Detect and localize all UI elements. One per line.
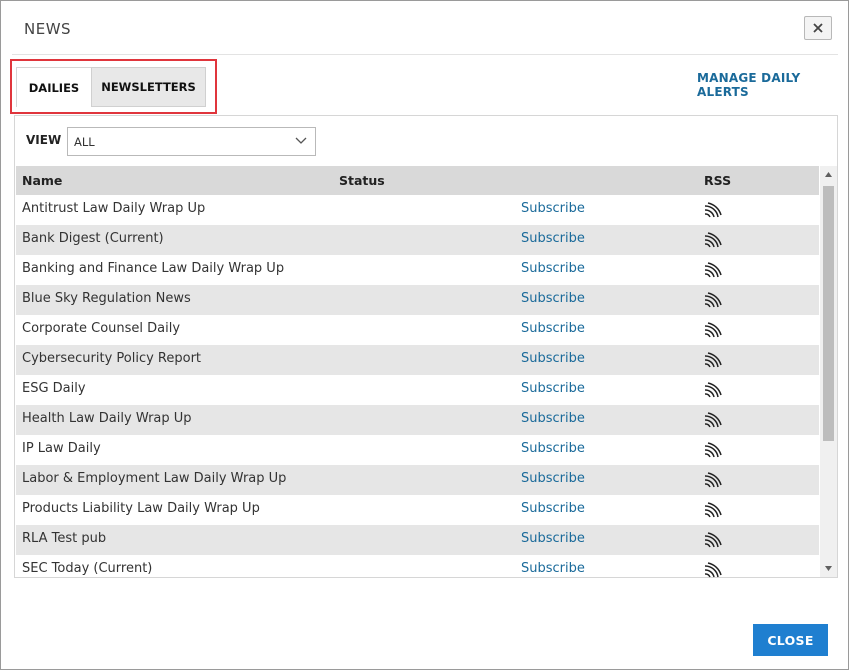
news-dialog: NEWS DAILIES NEWSLETTERS MANAGE DAILY AL…: [0, 0, 849, 670]
close-button[interactable]: CLOSE: [753, 624, 828, 656]
view-label: VIEW: [26, 133, 62, 147]
table-body: Antitrust Law Daily Wrap Up Subscribe Bank…: [16, 195, 819, 578]
header-divider: [12, 54, 838, 55]
table-row: Blue Sky Regulation News Subscribe: [16, 285, 819, 315]
tabs-highlight: DAILIES NEWSLETTERS: [10, 59, 217, 114]
header-status: Status: [339, 173, 385, 188]
subscribe-link[interactable]: Subscribe: [521, 411, 585, 426]
dialog-title: NEWS: [24, 20, 72, 38]
rss-icon[interactable]: [704, 322, 722, 342]
rss-icon[interactable]: [704, 232, 722, 252]
table-row: ESG Daily Subscribe: [16, 375, 819, 405]
row-name: Cybersecurity Policy Report: [22, 351, 202, 366]
row-name: Blue Sky Regulation News: [22, 291, 191, 306]
table-row: Cybersecurity Policy Report Subscribe: [16, 345, 819, 375]
close-x-button[interactable]: [804, 16, 832, 40]
rss-icon[interactable]: [704, 442, 722, 462]
rss-icon[interactable]: [704, 262, 722, 282]
subscribe-link[interactable]: Subscribe: [521, 441, 585, 456]
row-name: IP Law Daily: [22, 441, 101, 456]
manage-daily-alerts-link[interactable]: MANAGE DAILY ALERTS: [697, 71, 848, 99]
subscribe-link[interactable]: Subscribe: [521, 501, 585, 516]
scroll-thumb[interactable]: [823, 186, 834, 441]
table-row: Labor & Employment Law Daily Wrap Up Subs…: [16, 465, 819, 495]
table-row: Health Law Daily Wrap Up Subscribe: [16, 405, 819, 435]
view-select[interactable]: ALL: [67, 127, 316, 156]
row-name: RLA Test pub: [22, 531, 107, 546]
row-name: Antitrust Law Daily Wrap Up: [22, 201, 206, 216]
subscribe-link[interactable]: Subscribe: [521, 321, 585, 336]
arrow-down-icon: [825, 566, 832, 571]
subscribe-link[interactable]: Subscribe: [521, 351, 585, 366]
row-name: Products Liability Law Daily Wrap Up: [22, 501, 260, 516]
tab-newsletters[interactable]: NEWSLETTERS: [91, 67, 206, 107]
rss-icon[interactable]: [704, 412, 722, 432]
table-row: Products Liability Law Daily Wrap Up Subs…: [16, 495, 819, 525]
rss-icon[interactable]: [704, 532, 722, 552]
row-name: Bank Digest (Current): [22, 231, 164, 246]
table-row: Corporate Counsel Daily Subscribe: [16, 315, 819, 345]
table-row: Bank Digest (Current) Subscribe: [16, 225, 819, 255]
rss-icon[interactable]: [704, 502, 722, 522]
scroll-down-button[interactable]: [820, 560, 837, 577]
row-name: Banking and Finance Law Daily Wrap Up: [22, 261, 285, 276]
table-row: Antitrust Law Daily Wrap Up Subscribe: [16, 195, 819, 225]
rss-icon[interactable]: [704, 472, 722, 492]
table-row: RLA Test pub Subscribe: [16, 525, 819, 555]
table-row: IP Law Daily Subscribe: [16, 435, 819, 465]
rss-icon[interactable]: [704, 292, 722, 312]
rss-icon[interactable]: [704, 202, 722, 222]
rss-icon[interactable]: [704, 382, 722, 402]
row-name: Labor & Employment Law Daily Wrap Up: [22, 471, 287, 486]
header-rss: RSS: [704, 173, 732, 188]
subscribe-link[interactable]: Subscribe: [521, 201, 585, 216]
close-icon: [813, 23, 823, 33]
tab-dailies[interactable]: DAILIES: [16, 67, 92, 107]
row-name: Health Law Daily Wrap Up: [22, 411, 192, 426]
subscribe-link[interactable]: Subscribe: [521, 381, 585, 396]
table-row: SEC Today (Current) Subscribe: [16, 555, 819, 578]
view-select-value: ALL: [74, 135, 95, 149]
table-row: Banking and Finance Law Daily Wrap Up Sub…: [16, 255, 819, 285]
subscribe-link[interactable]: Subscribe: [521, 531, 585, 546]
table-header: Name Status RSS: [16, 166, 819, 195]
dailies-panel: VIEW ALL Name Status RSS Antitrust Law D…: [14, 115, 838, 578]
rss-icon[interactable]: [704, 562, 722, 578]
arrow-up-icon: [825, 172, 832, 177]
subscribe-link[interactable]: Subscribe: [521, 231, 585, 246]
chevron-down-icon: [295, 137, 307, 144]
subscribe-link[interactable]: Subscribe: [521, 261, 585, 276]
row-name: ESG Daily: [22, 381, 86, 396]
subscribe-link[interactable]: Subscribe: [521, 471, 585, 486]
rss-icon[interactable]: [704, 352, 722, 372]
row-name: Corporate Counsel Daily: [22, 321, 181, 336]
table-scrollbar[interactable]: [820, 166, 837, 577]
header-name: Name: [22, 173, 63, 188]
scroll-up-button[interactable]: [820, 166, 837, 183]
subscribe-link[interactable]: Subscribe: [521, 561, 585, 576]
subscribe-link[interactable]: Subscribe: [521, 291, 585, 306]
row-name: SEC Today (Current): [22, 561, 153, 576]
